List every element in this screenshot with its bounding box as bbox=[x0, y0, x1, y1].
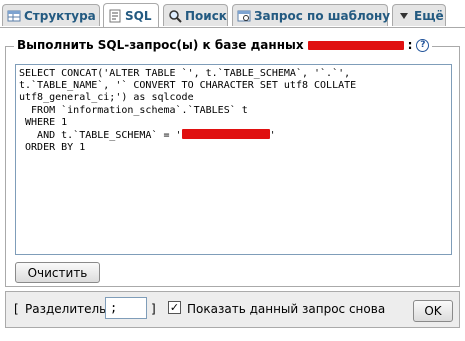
sql-line: WHERE 1 bbox=[19, 116, 68, 128]
help-icon[interactable]: ? bbox=[416, 38, 430, 52]
bracket-close: ] bbox=[151, 302, 156, 316]
tab-query-label: Запрос по шаблону bbox=[254, 8, 391, 23]
tab-search-label: Поиск bbox=[185, 8, 227, 23]
sql-line: ORDER BY 1 bbox=[19, 142, 86, 154]
show-query-label: Показать данный запрос снова bbox=[187, 302, 386, 316]
sql-line-quote: ' bbox=[269, 130, 276, 142]
structure-icon bbox=[7, 10, 21, 21]
tab-more-label: Ещё bbox=[414, 8, 444, 23]
tab-sql[interactable]: SQL bbox=[103, 3, 159, 27]
sql-line: AND t.`TABLE_SCHEMA` = ' ' bbox=[19, 129, 448, 142]
tab-more[interactable]: Ещё bbox=[392, 4, 446, 26]
sql-line: FROM `information_schema`.`TABLES` t bbox=[19, 104, 248, 116]
chevron-down-icon bbox=[400, 12, 408, 19]
ok-button[interactable]: OK bbox=[413, 300, 453, 322]
tab-structure[interactable]: Структура bbox=[2, 4, 100, 26]
clear-button[interactable]: Очистить bbox=[15, 262, 100, 283]
sql-line: utf8_general_ci;') as sqlcode bbox=[19, 92, 194, 104]
tab-sql-label: SQL bbox=[125, 8, 152, 23]
tab-search[interactable]: Поиск bbox=[163, 4, 228, 26]
tab-bar: Структура SQL Поиск Запрос по шаблону Ещ… bbox=[0, 0, 465, 28]
panel-legend: Выполнить SQL-запрос(ы) к базе данных : … bbox=[14, 38, 433, 52]
sql-query-textarea[interactable]: SELECT CONCAT('ALTER TABLE `', t.`TABLE_… bbox=[15, 64, 452, 255]
show-query-checkbox[interactable]: ✓ bbox=[168, 301, 181, 314]
bracket-open: [ bbox=[14, 302, 19, 316]
query-icon bbox=[237, 10, 251, 21]
sql-line-text: AND t.`TABLE_SCHEMA` = ' bbox=[19, 130, 182, 142]
delimiter-input[interactable]: ; bbox=[105, 297, 147, 319]
sql-icon bbox=[109, 9, 121, 22]
sql-line: t.`TABLE_NAME`, '` CONVERT TO CHARACTER … bbox=[19, 80, 357, 92]
sql-query-panel: Выполнить SQL-запрос(ы) к базе данных : … bbox=[5, 38, 460, 287]
legend-colon: : bbox=[407, 38, 413, 52]
query-options-bar: [ Разделитель ; ] ✓ Показать данный запр… bbox=[5, 291, 460, 328]
search-icon bbox=[169, 9, 182, 23]
tab-structure-label: Структура bbox=[24, 8, 96, 23]
delimiter-label: Разделитель bbox=[25, 302, 107, 316]
tab-query-by-example[interactable]: Запрос по шаблону bbox=[232, 4, 391, 26]
redacted-database-name bbox=[307, 40, 404, 50]
sql-line: SELECT CONCAT('ALTER TABLE `', t.`TABLE_… bbox=[19, 68, 351, 79]
redacted-schema-name bbox=[181, 129, 270, 140]
legend-text: Выполнить SQL-запрос(ы) к базе данных bbox=[17, 38, 304, 52]
